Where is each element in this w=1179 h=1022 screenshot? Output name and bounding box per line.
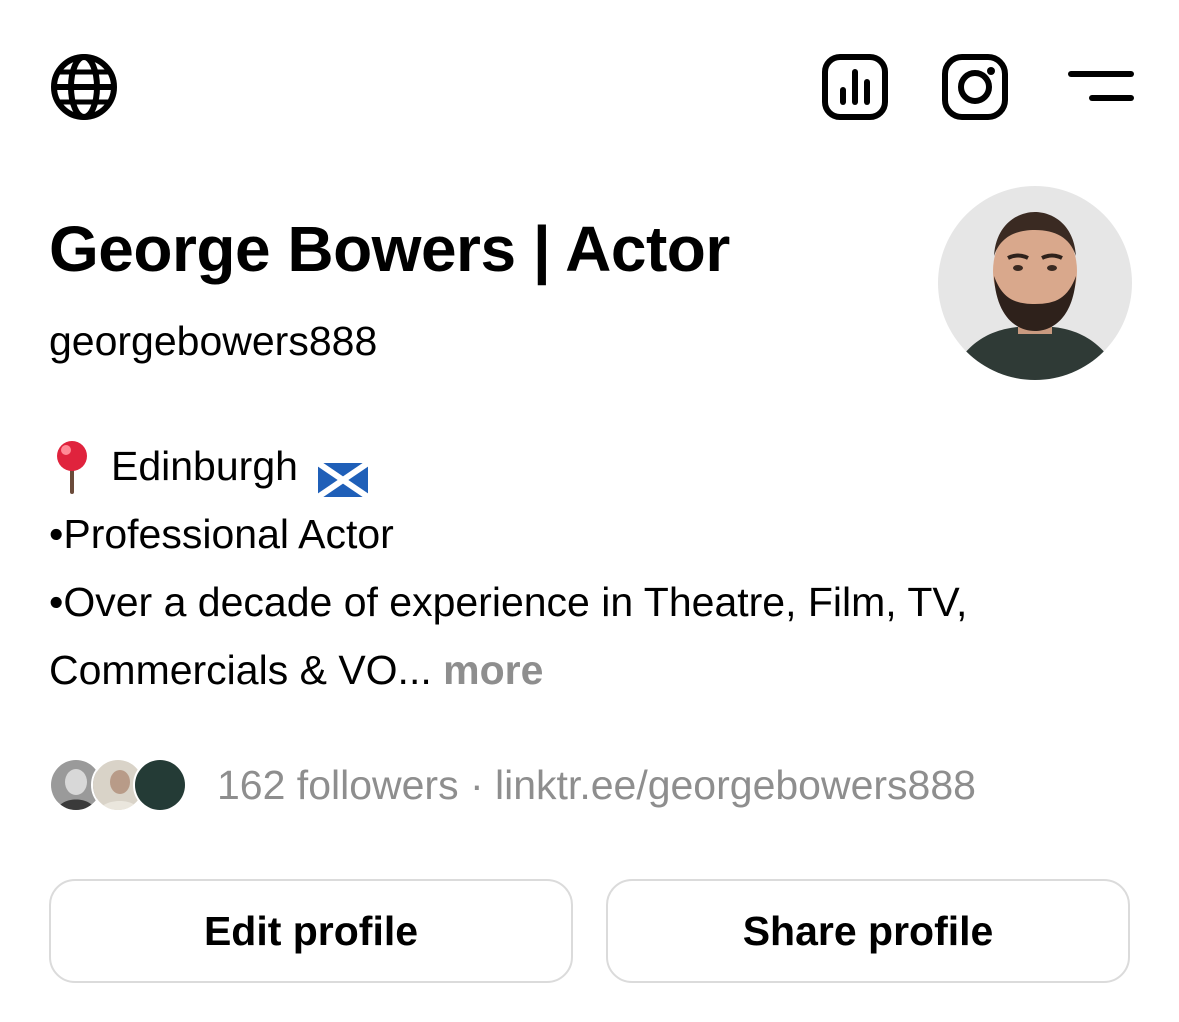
meta-separator: · <box>458 761 496 808</box>
globe-icon[interactable] <box>49 52 119 122</box>
bio-location-line: Edinburgh <box>49 432 1139 500</box>
instagram-icon[interactable] <box>940 52 1010 122</box>
followers-count[interactable]: 162 followers <box>217 762 459 808</box>
bio-line-2: •Over a decade of experience in Theatre,… <box>49 579 968 625</box>
follower-avatar-stack[interactable] <box>49 756 189 814</box>
bio-location: Edinburgh <box>111 443 298 489</box>
profile-link[interactable]: linktr.ee/georgebowers888 <box>495 762 976 808</box>
profile-username[interactable]: georgebowers888 <box>49 314 377 368</box>
followers-row: 162 followers · linktr.ee/georgebowers88… <box>49 756 976 814</box>
profile-avatar[interactable] <box>938 186 1132 380</box>
bio-more-link[interactable]: more <box>443 636 543 704</box>
follower-avatar <box>133 758 187 812</box>
round-pushpin-icon <box>49 438 95 494</box>
profile-bio: Edinburgh •Professional Actor •Over a de… <box>49 432 1139 704</box>
followers-meta: 162 followers · linktr.ee/georgebowers88… <box>217 762 976 809</box>
scotland-flag-icon <box>316 449 370 500</box>
bio-line-1: •Professional Actor <box>49 511 394 557</box>
profile-display-name: George Bowers | Actor <box>49 213 730 285</box>
bio-line-3: Commercials & VO... more <box>49 636 1139 704</box>
edit-profile-button[interactable]: Edit profile <box>49 879 573 983</box>
insights-icon[interactable] <box>820 52 890 122</box>
share-profile-button[interactable]: Share profile <box>606 879 1130 983</box>
bio-line-3-text: Commercials & VO... <box>49 647 432 693</box>
menu-icon[interactable] <box>1066 62 1136 112</box>
